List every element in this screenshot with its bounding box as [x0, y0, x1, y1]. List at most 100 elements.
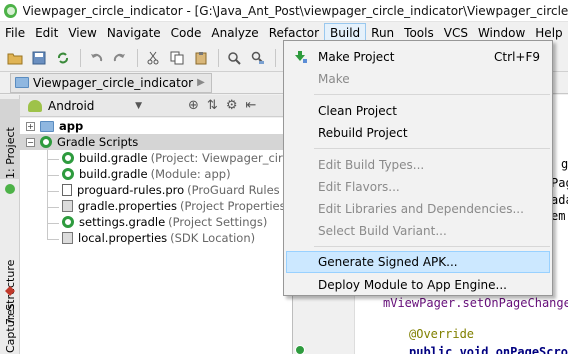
- tree-item-proguard-rules[interactable]: proguard-rules.pro (ProGuard Rules for a…: [62, 182, 317, 198]
- tree-item-label: local.properties: [78, 231, 168, 245]
- tree-item-gradle-scripts[interactable]: − Gradle Scripts: [20, 134, 292, 150]
- project-view-label: Android: [48, 98, 95, 113]
- gradle-icon: [62, 216, 74, 228]
- menu-item-clean-project[interactable]: Clean Project: [286, 100, 550, 122]
- menu-item-rebuild-project[interactable]: Rebuild Project: [286, 122, 550, 144]
- tree-item-label: gradle.properties: [78, 199, 177, 213]
- tab-captures-label: Captures: [3, 303, 17, 353]
- hide-panel-icon[interactable]: ⇤: [245, 98, 256, 113]
- toolbar-divider: [275, 48, 276, 67]
- expand-icon[interactable]: +: [26, 121, 35, 131]
- tree-item-label: app: [59, 119, 84, 133]
- chevron-right-icon: ▶: [197, 77, 205, 88]
- gear-icon[interactable]: ⚙: [226, 98, 238, 113]
- title-bar: Viewpager_circle_indicator - [G:\Java_An…: [0, 0, 568, 22]
- tree-item-build-gradle-module[interactable]: build.gradle (Module: app): [62, 166, 231, 182]
- menu-item-label: Rebuild Project: [318, 126, 408, 140]
- paste-icon[interactable]: [190, 47, 212, 69]
- save-all-icon[interactable]: [28, 47, 50, 69]
- android-icon: [0, 183, 20, 199]
- tab-project-label: 1: Project: [3, 127, 17, 179]
- menu-item-edit-libraries[interactable]: Edit Libraries and Dependencies...: [286, 198, 550, 220]
- menu-item-make-project[interactable]: Make Project Ctrl+F9: [286, 46, 550, 68]
- tree-item-settings-gradle[interactable]: settings.gradle (Project Settings): [62, 214, 267, 230]
- cut-icon[interactable]: [142, 47, 164, 69]
- tree-item-label: build.gradle: [79, 151, 148, 165]
- menu-item-edit-build-types[interactable]: Edit Build Types...: [286, 154, 550, 176]
- tree-item-local-properties[interactable]: local.properties (SDK Location): [62, 230, 255, 246]
- menu-item-label: Edit Build Types...: [318, 158, 425, 172]
- override-marker-icon[interactable]: [295, 345, 305, 354]
- tree-item-label: settings.gradle: [79, 215, 166, 229]
- tree-item-gradle-properties[interactable]: gradle.properties (Project Properties): [62, 198, 290, 214]
- undo-icon[interactable]: [85, 47, 107, 69]
- menu-item-label: Clean Project: [318, 104, 397, 118]
- properties-file-icon: [62, 232, 73, 244]
- tree-item-label: build.gradle: [79, 167, 148, 181]
- gradle-icon: [62, 152, 74, 164]
- open-folder-icon[interactable]: [4, 47, 26, 69]
- menu-file[interactable]: File: [0, 23, 30, 43]
- project-tree: + app − Gradle Scripts build.gradle (Pro…: [20, 118, 326, 354]
- sync-icon[interactable]: [52, 47, 74, 69]
- window-title: Viewpager_circle_indicator - [G:\Java_An…: [22, 3, 568, 18]
- chevron-down-icon: ▼: [135, 100, 142, 111]
- menu-item-label: Generate Signed APK...: [318, 255, 458, 269]
- redo-icon[interactable]: [109, 47, 131, 69]
- breadcrumb-label: Viewpager_circle_indicator: [33, 75, 194, 90]
- copy-icon[interactable]: [166, 47, 188, 69]
- replace-icon[interactable]: [247, 47, 269, 69]
- menu-item-edit-flavors[interactable]: Edit Flavors...: [286, 176, 550, 198]
- menu-item-label: Make Project: [318, 50, 395, 64]
- menu-code[interactable]: Code: [166, 23, 207, 43]
- menu-separator: [314, 246, 550, 247]
- tab-project[interactable]: 1: Project: [0, 99, 20, 179]
- menu-navigate[interactable]: Navigate: [102, 23, 166, 43]
- android-icon: [28, 99, 42, 112]
- breadcrumb[interactable]: Viewpager_circle_indicator ▶: [10, 72, 212, 93]
- tree-item-hint: (SDK Location): [170, 231, 256, 245]
- tree-item-label: proguard-rules.pro: [77, 183, 185, 197]
- properties-file-icon: [62, 200, 73, 212]
- menu-separator: [314, 148, 550, 149]
- menu-item-label: Make: [318, 72, 350, 86]
- menu-item-deploy-app-engine[interactable]: Deploy Module to App Engine...: [286, 274, 550, 296]
- menu-item-label: Edit Libraries and Dependencies...: [318, 202, 524, 216]
- tool-window-strip: 1: Project 7: Structure Captures: [0, 95, 20, 354]
- toolbar-divider: [137, 48, 138, 67]
- make-project-icon: [294, 50, 308, 64]
- tree-item-hint: (Module: app): [150, 167, 231, 181]
- project-folder-icon: [15, 77, 29, 88]
- menu-separator: [314, 94, 550, 95]
- text-file-icon: [62, 184, 72, 196]
- tab-captures[interactable]: Captures: [0, 285, 20, 353]
- menu-item-label: Deploy Module to App Engine...: [318, 278, 507, 292]
- toolbar-divider: [218, 48, 219, 67]
- menu-item-select-build-variant[interactable]: Select Build Variant...: [286, 220, 550, 242]
- find-icon[interactable]: [223, 47, 245, 69]
- tree-item-hint: (Project Settings): [168, 215, 268, 229]
- module-folder-icon: [40, 120, 54, 132]
- android-studio-icon: [4, 3, 17, 18]
- tree-item-hint: (Project Properties): [180, 199, 291, 213]
- menu-edit[interactable]: Edit: [30, 23, 63, 43]
- code-line: ada: [551, 193, 568, 207]
- menu-item-make[interactable]: Make: [286, 68, 550, 90]
- menu-analyze[interactable]: Analyze: [206, 23, 263, 43]
- project-panel-header: Android ▼ ⊕ ⇅ ⚙ ⇤: [20, 95, 292, 117]
- menu-view[interactable]: View: [63, 23, 101, 43]
- menu-item-generate-signed-apk[interactable]: Generate Signed APK...: [286, 251, 550, 273]
- code-line: g: [561, 157, 568, 171]
- tree-item-app[interactable]: + app: [26, 118, 83, 134]
- collapse-all-icon[interactable]: ⇅: [207, 98, 218, 113]
- collapse-icon[interactable]: −: [26, 137, 35, 147]
- shortcut-label: Ctrl+F9: [494, 50, 540, 64]
- code-line: public void onPageScrol: [409, 345, 568, 354]
- code-line: em(: [551, 209, 568, 223]
- gradle-icon: [40, 136, 52, 148]
- project-view-selector[interactable]: Android ▼: [28, 97, 142, 115]
- project-panel-tools: ⊕ ⇅ ⚙ ⇤: [188, 98, 256, 113]
- code-line: @Override: [409, 327, 475, 341]
- tree-item-label: Gradle Scripts: [57, 135, 139, 149]
- scroll-from-source-icon[interactable]: ⊕: [188, 98, 199, 113]
